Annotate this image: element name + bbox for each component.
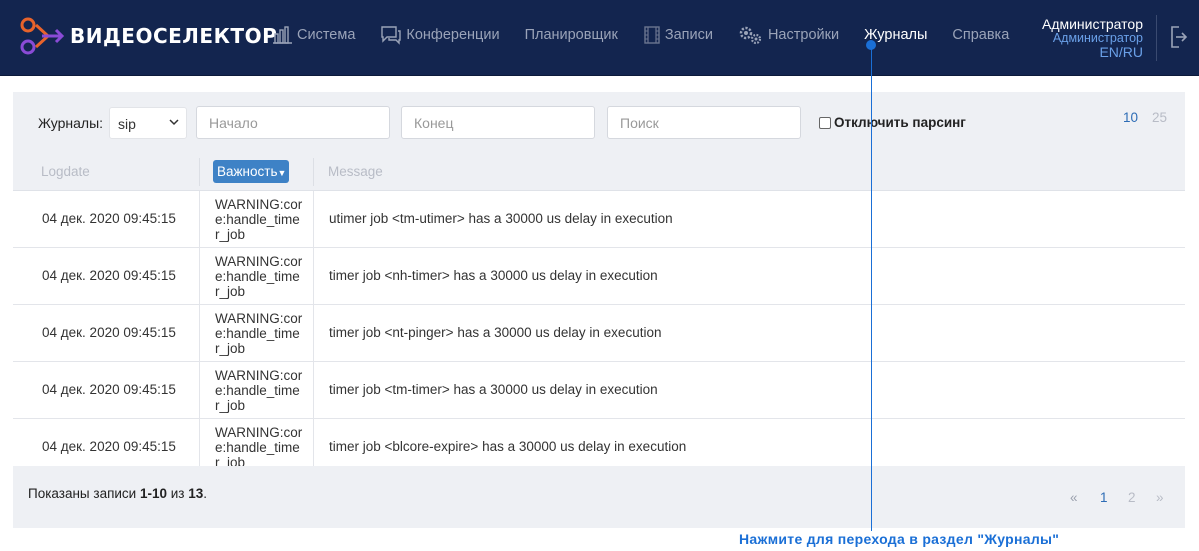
bar-chart-icon (273, 26, 292, 44)
nav-label-settings: Настройки (767, 27, 840, 43)
logs-table: Logdate Важность▼ Message 04 дек. 2020 0… (13, 154, 1185, 466)
records-mid: из (167, 486, 189, 501)
nav-label-scheduler: Планировщик (524, 27, 618, 43)
start-date-placeholder: Начало (209, 115, 258, 131)
table-row[interactable]: 04 дек. 2020 09:45:15 WARNING:core:handl… (13, 419, 1185, 466)
disable-parsing-checkbox[interactable] (819, 116, 831, 129)
main-nav: Система Конференции Планировщик Записи Н… (273, 25, 1034, 45)
nav-label-conferences: Конференции (406, 27, 500, 43)
callout-text: Нажмите для перехода в раздел "Журналы" (739, 531, 1060, 547)
pager-prev[interactable]: « (1070, 490, 1078, 505)
logs-panel: Журналы: sip Начало Конец Поиск Отключит… (13, 92, 1185, 528)
journal-select[interactable]: sip (109, 107, 187, 139)
nav-item-scheduler[interactable]: Планировщик (525, 27, 618, 43)
nav-item-settings[interactable]: Настройки (738, 25, 839, 45)
cell-logdate: 04 дек. 2020 09:45:15 (42, 382, 176, 397)
cell-divider (199, 419, 200, 466)
table-row[interactable]: 04 дек. 2020 09:45:15 WARNING:core:handl… (13, 191, 1185, 248)
top-navbar: ВИДЕОСЕЛЕКТОР Система Конференции Планир… (0, 0, 1199, 76)
disable-parsing-label: Отключить парсинг (834, 115, 966, 130)
cell-message: timer job <tm-timer> has a 30000 us dela… (329, 382, 658, 397)
logout-button[interactable] (1170, 25, 1188, 54)
cell-severity: WARNING:core:handle_timer_job (215, 311, 303, 356)
cell-divider (313, 248, 314, 305)
cell-divider (199, 191, 200, 248)
pager-next[interactable]: » (1156, 490, 1164, 505)
search-placeholder: Поиск (620, 115, 659, 131)
cell-logdate: 04 дек. 2020 09:45:15 (42, 439, 176, 454)
cell-severity: WARNING:core:handle_timer_job (215, 368, 303, 413)
table-header: Logdate Важность▼ Message (13, 154, 1185, 191)
table-row[interactable]: 04 дек. 2020 09:45:15 WARNING:core:handl… (13, 248, 1185, 305)
cell-divider (313, 419, 314, 466)
records-prefix: Показаны записи (28, 486, 140, 501)
cell-message: timer job <blcore-expire> has a 30000 us… (329, 439, 687, 454)
user-name[interactable]: Администратор (1042, 17, 1143, 31)
user-role: Администратор (1052, 31, 1143, 45)
nav-item-help[interactable]: Справка (952, 27, 1009, 43)
cell-severity: WARNING:core:handle_timer_job (215, 254, 303, 299)
cell-message: utimer job <tm-utimer> has a 30000 us de… (329, 211, 673, 226)
search-input[interactable]: Поиск (607, 106, 801, 139)
cell-divider (313, 191, 314, 248)
chat-icon (381, 26, 402, 45)
nav-label-recordings: Записи (664, 27, 713, 43)
column-severity-label: Важность (217, 164, 278, 179)
end-date-input[interactable]: Конец (401, 106, 595, 139)
logout-icon (1171, 26, 1188, 48)
records-range: 1-10 (139, 486, 167, 501)
callout-line (871, 44, 872, 531)
table-row[interactable]: 04 дек. 2020 09:45:15 WARNING:core:handl… (13, 305, 1185, 362)
column-divider (313, 158, 314, 186)
records-total: 13 (188, 486, 204, 501)
cell-logdate: 04 дек. 2020 09:45:15 (42, 268, 176, 283)
end-date-placeholder: Конец (414, 115, 454, 131)
records-summary: Показаны записи 1-10 из 13. (28, 486, 207, 501)
nav-label-help: Справка (952, 27, 1010, 43)
table-row[interactable]: 04 дек. 2020 09:45:15 WARNING:core:handl… (13, 362, 1185, 419)
chevron-down-icon (169, 119, 179, 126)
start-date-input[interactable]: Начало (196, 106, 390, 139)
disable-parsing-toggle[interactable]: Отключить парсинг (819, 115, 966, 130)
column-message[interactable]: Message (328, 164, 383, 179)
journals-label: Журналы: (38, 115, 104, 131)
cell-message: timer job <nt-pinger> has a 30000 us del… (329, 325, 662, 340)
logo-icon (20, 17, 65, 55)
user-block: Администратор Администратор EN/RU (1042, 17, 1143, 59)
cell-divider (199, 248, 200, 305)
page-size-10[interactable]: 10 (1123, 110, 1138, 125)
header-divider (1156, 15, 1157, 61)
film-icon (644, 26, 660, 44)
journal-select-value: sip (118, 116, 136, 132)
nav-item-recordings[interactable]: Записи (643, 26, 713, 44)
cell-message: timer job <nh-timer> has a 30000 us dela… (329, 268, 658, 283)
callout-dot (866, 40, 876, 50)
page-size-25[interactable]: 25 (1152, 110, 1167, 125)
column-severity-sort-button[interactable]: Важность▼ (213, 160, 289, 183)
cell-divider (313, 362, 314, 419)
cell-divider (199, 362, 200, 419)
pager-page-2[interactable]: 2 (1128, 490, 1136, 505)
cell-severity: WARNING:core:handle_timer_job (215, 425, 303, 466)
cell-divider (199, 305, 200, 362)
pager-page-1[interactable]: 1 (1100, 490, 1108, 505)
cell-severity: WARNING:core:handle_timer_job (215, 197, 303, 242)
cell-divider (313, 305, 314, 362)
nav-label-system: Система (297, 27, 356, 43)
column-divider (199, 158, 200, 186)
nav-item-conferences[interactable]: Конференции (380, 25, 500, 45)
language-switch[interactable]: EN/RU (1042, 45, 1143, 59)
gears-icon (739, 26, 762, 45)
logo[interactable]: ВИДЕОСЕЛЕКТОР (18, 16, 277, 56)
filters-bar: Журналы: sip Начало Конец Поиск Отключит… (13, 92, 1185, 154)
records-suffix: . (203, 486, 208, 501)
column-logdate[interactable]: Logdate (41, 164, 90, 179)
cell-logdate: 04 дек. 2020 09:45:15 (42, 325, 176, 340)
nav-item-system[interactable]: Система (273, 26, 355, 44)
cell-logdate: 04 дек. 2020 09:45:15 (42, 211, 176, 226)
caret-down-icon: ▼ (277, 168, 287, 178)
brand-name: ВИДЕОСЕЛЕКТОР (70, 24, 278, 48)
